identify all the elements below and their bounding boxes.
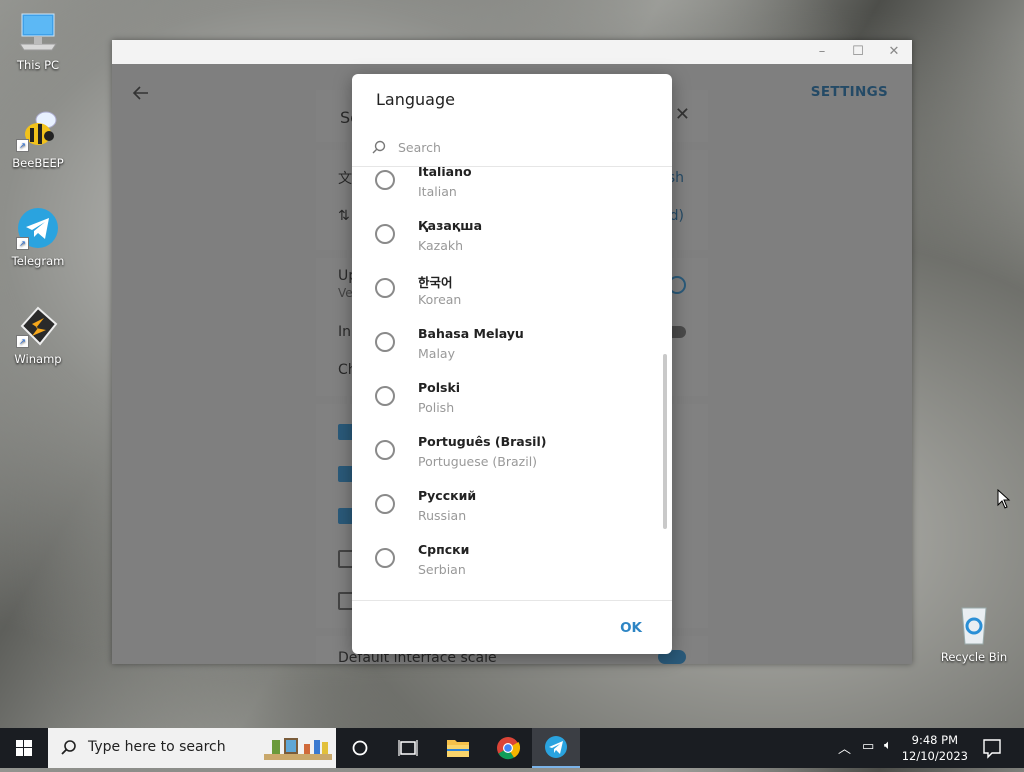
language-english-name: Italian <box>418 184 457 199</box>
maximize-icon[interactable]: ☐ <box>840 40 876 64</box>
file-explorer-icon[interactable] <box>434 728 482 768</box>
language-option-malay[interactable]: Bahasa Melayu Malay <box>352 326 662 380</box>
radio-button[interactable] <box>375 440 395 460</box>
computer-icon <box>16 10 60 54</box>
list-scrollbar[interactable] <box>663 354 667 529</box>
radio-button[interactable] <box>375 332 395 352</box>
desktop-icon-recycle-bin[interactable]: Recycle Bin <box>936 602 1012 664</box>
desktop-icon-telegram[interactable]: ↗ Telegram <box>0 206 76 268</box>
language-native-name: Русский <box>418 488 477 503</box>
search-input[interactable] <box>396 134 650 160</box>
language-english-name: Serbian <box>418 562 466 577</box>
mouse-cursor-icon <box>997 488 1011 513</box>
language-option-portuguese-brazil[interactable]: Português (Brasil) Portuguese (Brazil) <box>352 434 662 488</box>
desktop-icon-winamp[interactable]: ↗ Winamp <box>0 304 76 366</box>
winamp-icon: ↗ <box>16 304 60 348</box>
desktop-icon-label: Recycle Bin <box>940 650 1008 664</box>
desktop-icon-this-pc[interactable]: This PC <box>0 10 76 72</box>
language-native-name: Italiano <box>418 167 472 179</box>
language-native-name: Português (Brasil) <box>418 434 547 449</box>
shortcut-arrow-icon: ↗ <box>16 139 29 152</box>
taskbar-search-placeholder: Type here to search <box>88 739 226 755</box>
cortana-icon[interactable] <box>336 728 384 768</box>
dialog-title: Language <box>376 90 455 109</box>
windows-logo-icon <box>16 740 32 756</box>
search-icon <box>372 139 386 154</box>
dialog-footer: OK <box>352 600 672 654</box>
close-icon[interactable]: ✕ <box>876 40 912 64</box>
desktop-icon-label: This PC <box>16 58 60 72</box>
language-native-name: Қазақша <box>418 218 483 233</box>
back-arrow-icon[interactable] <box>130 82 152 104</box>
search-icon <box>61 740 76 755</box>
language-native-name: Polski <box>418 380 461 395</box>
desktop-icon-label: Winamp <box>14 352 62 366</box>
language-dialog: Language Italiano Italian Қазақша Kazakh… <box>352 74 672 654</box>
clock-date: 12/10/2023 <box>901 749 968 763</box>
chevron-up-icon[interactable]: ︿ <box>838 738 851 757</box>
settings-header-label: SETTINGS <box>810 84 888 100</box>
clock-time: 9:48 PM <box>911 733 959 747</box>
panel-close-icon[interactable]: ✕ <box>675 104 690 125</box>
language-native-name: Српски <box>418 542 470 557</box>
language-english-name: Russian <box>418 508 467 523</box>
taskbar: Type here to search ︿ ▭ 🔈︎ 9:48 PM 12/10… <box>0 728 1024 768</box>
search-highlight-image-icon <box>262 734 334 762</box>
language-option-korean[interactable]: 한국어 Korean <box>352 272 662 326</box>
desktop-icon-label: BeeBEEP <box>12 156 64 170</box>
language-option-serbian[interactable]: Српски Serbian <box>352 542 662 596</box>
language-native-name: Bahasa Melayu <box>418 326 524 341</box>
language-english-name: Malay <box>418 346 455 361</box>
recycle-bin-icon <box>952 602 996 646</box>
shortcut-arrow-icon: ↗ <box>16 335 29 348</box>
radio-button[interactable] <box>375 548 395 568</box>
language-english-name: Portuguese (Brazil) <box>418 454 538 469</box>
radio-button[interactable] <box>375 278 395 298</box>
notification-icon[interactable] <box>968 728 1016 768</box>
desktop-icon-label: Telegram <box>11 254 65 268</box>
search-bar <box>352 126 672 167</box>
language-option-polish[interactable]: Polski Polish <box>352 380 662 434</box>
task-view-icon[interactable] <box>384 728 432 768</box>
translate-icon: 文 <box>338 171 352 187</box>
ok-button[interactable]: OK <box>614 619 648 637</box>
language-english-name: Polish <box>418 400 455 415</box>
telegram-taskbar-icon[interactable] <box>532 728 580 768</box>
radio-button[interactable] <box>375 170 395 190</box>
language-english-name: Korean <box>418 292 462 307</box>
shortcut-arrow-icon: ↗ <box>16 237 29 250</box>
sort-icon: ⇅ <box>338 208 350 224</box>
language-option-kazakh[interactable]: Қазақша Kazakh <box>352 218 662 272</box>
telegram-icon: ↗ <box>16 206 60 250</box>
radio-button[interactable] <box>375 386 395 406</box>
network-icon[interactable]: ▭ <box>862 739 874 754</box>
language-native-name: 한국어 <box>418 275 453 290</box>
language-list[interactable]: Italiano Italian Қазақша Kazakh 한국어 Kore… <box>352 167 672 599</box>
radio-button[interactable] <box>375 494 395 514</box>
clock[interactable]: 9:48 PM 12/10/2023 <box>902 732 968 764</box>
language-option-russian[interactable]: Русский Russian <box>352 488 662 542</box>
start-button[interactable] <box>0 728 48 768</box>
language-english-name: Kazakh <box>418 238 464 253</box>
window-titlebar: – ☐ ✕ <box>112 40 912 64</box>
desktop-icon-beebeep[interactable]: ↗ BeeBEEP <box>0 108 76 170</box>
minimize-icon[interactable]: – <box>804 40 840 64</box>
bee-icon: ↗ <box>16 108 60 152</box>
taskbar-search-box[interactable]: Type here to search <box>48 728 336 768</box>
language-option-italian[interactable]: Italiano Italian <box>352 167 662 218</box>
radio-button[interactable] <box>375 224 395 244</box>
volume-muted-icon[interactable]: 🔈︎ <box>884 738 892 753</box>
chrome-icon[interactable] <box>484 728 532 768</box>
install-label-partial: In <box>338 324 352 340</box>
version-label-partial: Ve <box>338 286 353 300</box>
